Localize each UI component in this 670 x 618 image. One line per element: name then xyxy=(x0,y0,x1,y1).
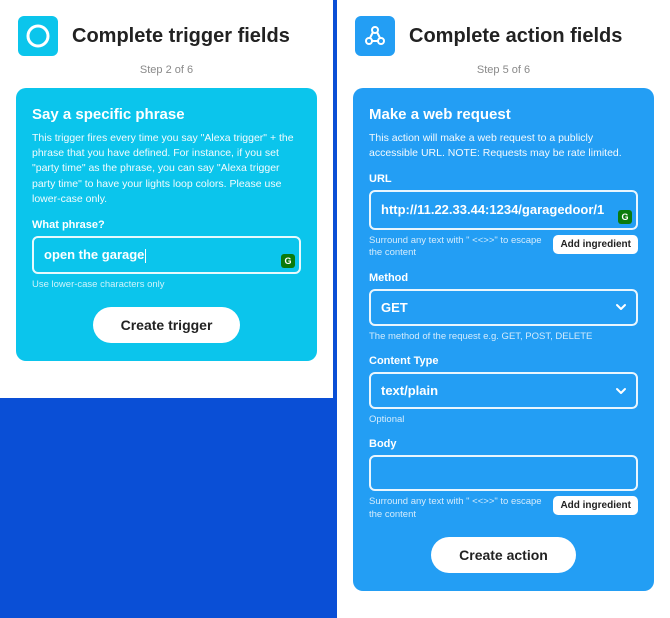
body-hint: Surround any text with " <<>>" to escape… xyxy=(369,496,545,521)
alexa-icon xyxy=(18,16,58,56)
method-select-wrap: GET xyxy=(369,289,638,326)
url-field-group: URL http://11.22.33.44:1234/garagedoor/1… xyxy=(369,173,638,259)
phrase-input[interactable]: open the garage xyxy=(32,236,301,274)
url-add-ingredient-button[interactable]: Add ingredient xyxy=(553,235,638,254)
method-label: Method xyxy=(369,272,638,284)
action-card-desc: This action will make a web request to a… xyxy=(369,131,638,161)
create-trigger-button[interactable]: Create trigger xyxy=(93,307,241,343)
content-type-hint: Optional xyxy=(369,414,638,426)
grammarly-icon: G xyxy=(281,254,295,268)
action-card-title: Make a web request xyxy=(369,106,638,123)
phrase-input-wrap: open the garage G xyxy=(32,236,301,274)
method-select[interactable]: GET xyxy=(369,289,638,326)
phrase-field-group: What phrase? open the garage G Use lower… xyxy=(32,219,301,291)
phrase-label: What phrase? xyxy=(32,219,301,231)
body-input-wrap xyxy=(369,455,638,491)
url-hint: Surround any text with " <<>>" to escape… xyxy=(369,235,545,260)
body-field-group: Body Surround any text with " <<>>" to e… xyxy=(369,438,638,521)
action-title: Complete action fields xyxy=(409,25,622,48)
trigger-card-desc: This trigger fires every time you say "A… xyxy=(32,131,301,207)
method-field-group: Method GET The method of the request e.g… xyxy=(369,272,638,343)
body-hint-row: Surround any text with " <<>>" to escape… xyxy=(369,496,638,521)
content-type-label: Content Type xyxy=(369,355,638,367)
text-cursor xyxy=(145,249,146,263)
trigger-title: Complete trigger fields xyxy=(72,25,290,48)
webhook-icon xyxy=(355,16,395,56)
content-type-select-wrap: text/plain xyxy=(369,372,638,409)
phrase-input-value: open the garage xyxy=(44,247,144,262)
grammarly-icon: G xyxy=(618,210,632,224)
trigger-header: Complete trigger fields xyxy=(0,0,333,62)
body-label: Body xyxy=(369,438,638,450)
trigger-card-title: Say a specific phrase xyxy=(32,106,301,123)
url-label: URL xyxy=(369,173,638,185)
url-input-wrap: http://11.22.33.44:1234/garagedoor/1 G xyxy=(369,190,638,230)
content-type-field-group: Content Type text/plain Optional xyxy=(369,355,638,426)
trigger-panel: Complete trigger fields Step 2 of 6 Say … xyxy=(0,0,335,398)
trigger-card: Say a specific phrase This trigger fires… xyxy=(16,88,317,361)
trigger-step: Step 2 of 6 xyxy=(0,64,333,76)
phrase-hint: Use lower-case characters only xyxy=(32,279,301,291)
create-action-button[interactable]: Create action xyxy=(431,537,576,573)
body-input[interactable] xyxy=(369,455,638,491)
action-card: Make a web request This action will make… xyxy=(353,88,654,591)
method-hint: The method of the request e.g. GET, POST… xyxy=(369,331,638,343)
action-panel: Complete action fields Step 5 of 6 Make … xyxy=(335,0,670,618)
url-hint-row: Surround any text with " <<>>" to escape… xyxy=(369,235,638,260)
url-input[interactable]: http://11.22.33.44:1234/garagedoor/1 xyxy=(369,190,638,230)
action-step: Step 5 of 6 xyxy=(337,64,670,76)
body-add-ingredient-button[interactable]: Add ingredient xyxy=(553,496,638,515)
url-input-value: http://11.22.33.44:1234/garagedoor/1 xyxy=(381,202,604,217)
action-header: Complete action fields xyxy=(337,0,670,62)
content-type-select[interactable]: text/plain xyxy=(369,372,638,409)
